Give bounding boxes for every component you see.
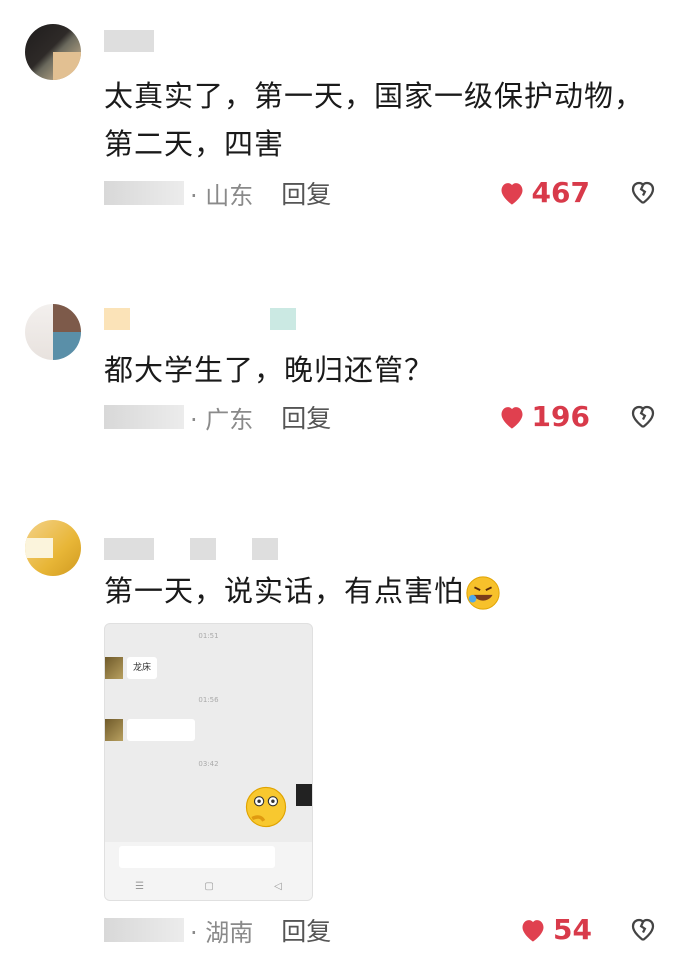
heart-icon	[501, 182, 523, 205]
location-label: · 湖南	[190, 918, 254, 947]
avatar[interactable]	[25, 304, 81, 360]
avatar	[296, 784, 312, 806]
broken-heart-icon[interactable]	[628, 178, 658, 208]
like-button[interactable]: 196	[498, 400, 590, 433]
timestamp-blurred	[104, 918, 184, 942]
heart-icon	[501, 406, 523, 429]
like-count: 467	[531, 176, 590, 209]
username-blurred[interactable]	[104, 538, 278, 560]
like-button[interactable]: 467	[498, 176, 590, 209]
like-button[interactable]: 54	[519, 913, 592, 946]
broken-heart-icon[interactable]	[628, 402, 658, 432]
location-label: · 山东	[190, 181, 254, 210]
reply-button[interactable]: 回复	[281, 912, 331, 948]
like-count: 196	[531, 400, 590, 433]
chat-bubble: 龙床	[127, 657, 158, 679]
comment-text: 太真实了，第一天，国家一级保护动物， 第二天，四害	[104, 79, 645, 161]
avatar[interactable]	[25, 520, 81, 576]
comment-meta: · 湖南 回复	[104, 912, 331, 948]
reply-button[interactable]: 回复	[281, 399, 331, 435]
comment-meta: · 广东 回复	[104, 399, 331, 435]
comment-text: 第一天，说实话，有点害怕	[104, 567, 502, 615]
comment-meta: · 山东 回复	[104, 175, 331, 211]
username-blurred[interactable]	[104, 30, 154, 52]
like-count: 54	[553, 913, 592, 946]
timestamp-blurred	[104, 405, 184, 429]
chat-bubble-blank	[127, 719, 195, 741]
comment-text: 都大学生了，晚归还管？	[104, 353, 435, 387]
timestamp-blurred	[104, 181, 184, 205]
rolling-laugh-emoji	[466, 576, 500, 610]
thinking-emoji	[245, 786, 287, 828]
location-label: · 广东	[190, 405, 254, 434]
avatar[interactable]	[25, 24, 81, 80]
chat-screenshot-image[interactable]: 01:51 龙床 01:56 03:42 ☰ ▢ ◁	[104, 623, 313, 901]
username-blurred[interactable]	[104, 308, 296, 330]
reply-button[interactable]: 回复	[281, 175, 331, 211]
broken-heart-icon[interactable]	[628, 915, 658, 945]
heart-icon	[522, 919, 544, 942]
